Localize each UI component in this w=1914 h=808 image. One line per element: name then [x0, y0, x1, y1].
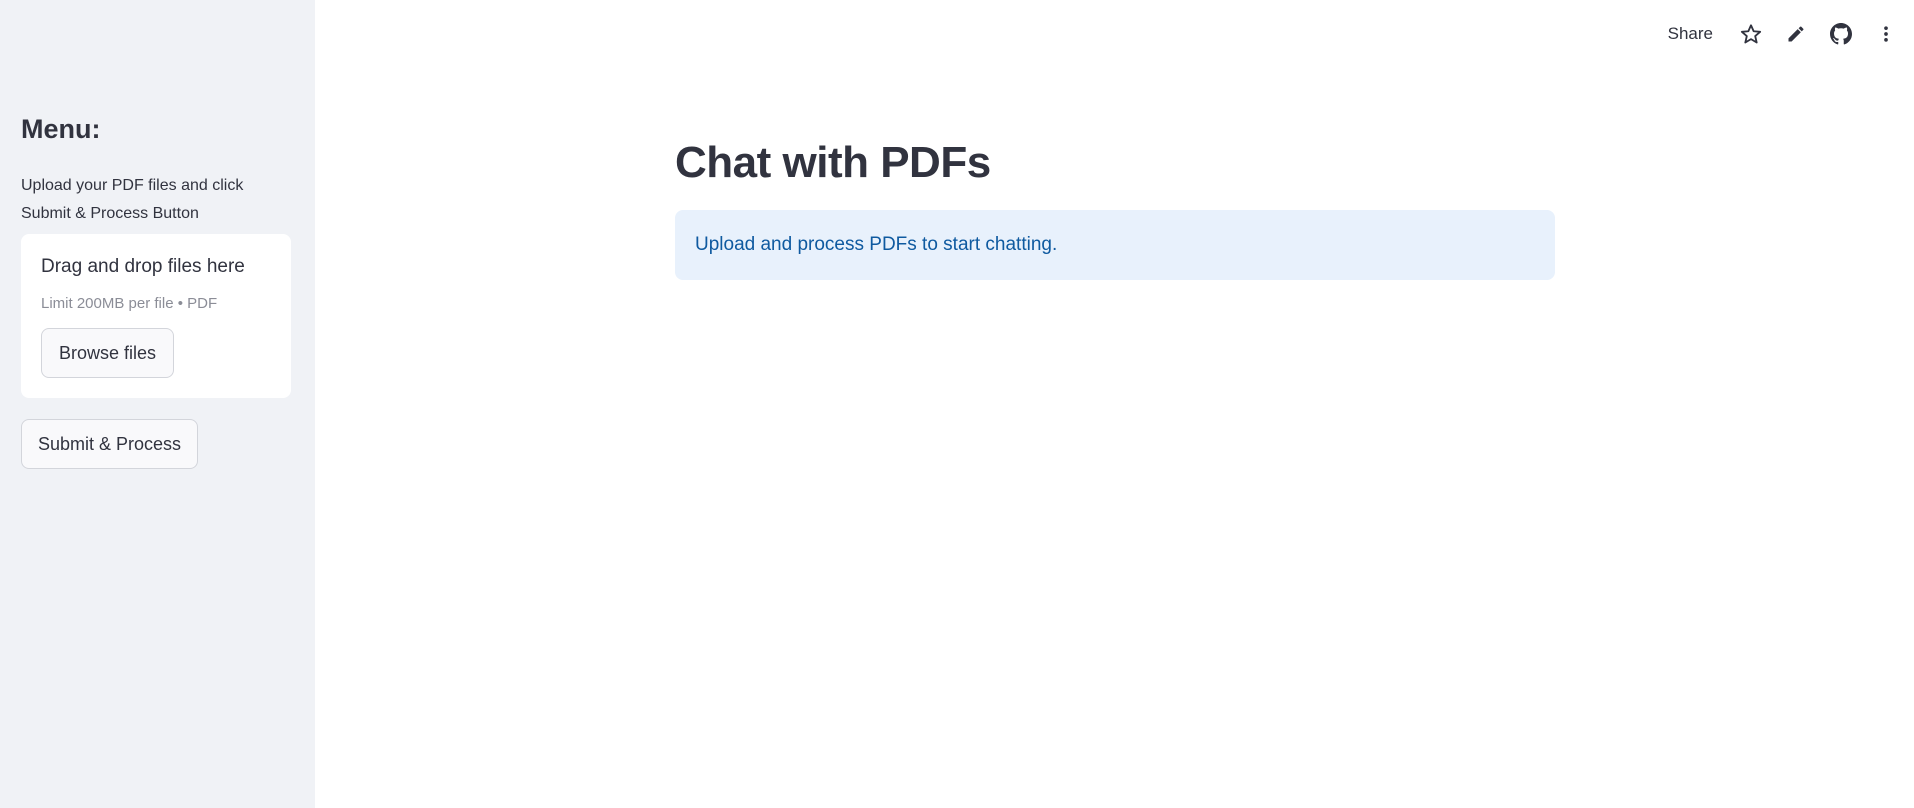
sidebar: Menu: Upload your PDF files and click Su… — [0, 0, 315, 808]
top-toolbar: Share — [1668, 18, 1914, 50]
dropzone-limit-text: Limit 200MB per file • PDF — [41, 295, 218, 312]
browse-files-button[interactable]: Browse files — [41, 328, 174, 378]
info-alert: Upload and process PDFs to start chattin… — [675, 210, 1555, 280]
file-uploader-dropzone[interactable]: Drag and drop files here Limit 200MB per… — [21, 234, 291, 398]
submit-process-button[interactable]: Submit & Process — [21, 419, 198, 469]
star-icon[interactable] — [1737, 20, 1765, 48]
app-root: Menu: Upload your PDF files and click Su… — [0, 0, 1914, 808]
sidebar-menu-title: Menu: — [21, 114, 101, 144]
github-icon[interactable] — [1827, 20, 1855, 48]
info-alert-text: Upload and process PDFs to start chattin… — [695, 234, 1058, 255]
dropzone-title: Drag and drop files here — [41, 256, 245, 277]
share-button[interactable]: Share — [1668, 24, 1713, 44]
sidebar-description: Upload your PDF files and click Submit &… — [21, 177, 244, 222]
more-vertical-icon[interactable] — [1872, 20, 1900, 48]
pencil-icon[interactable] — [1782, 20, 1810, 48]
page-title: Chat with PDFs — [675, 138, 991, 187]
